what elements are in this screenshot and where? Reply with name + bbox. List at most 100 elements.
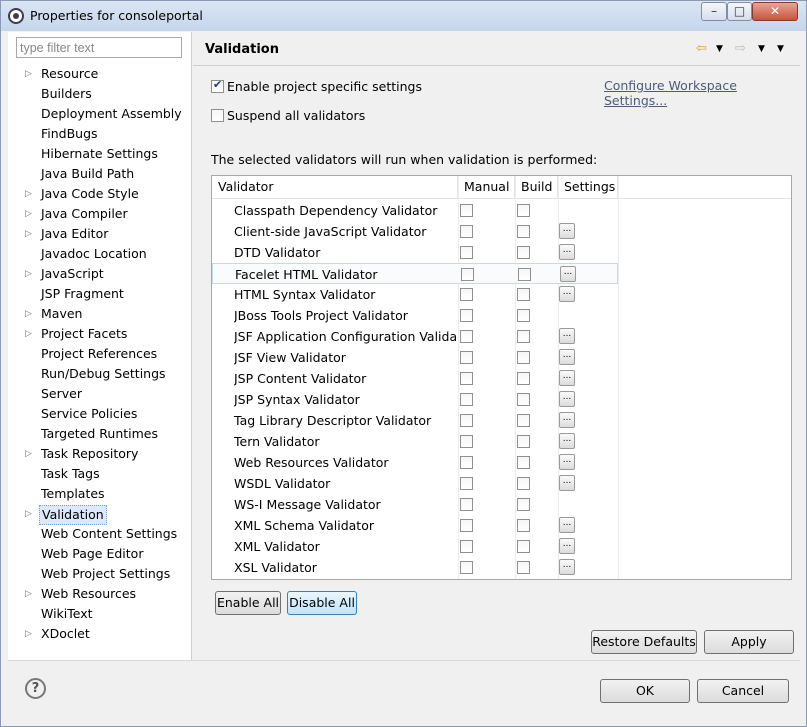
settings-button[interactable]: ... [559,454,575,470]
settings-button[interactable]: ... [559,370,575,386]
suspend-row[interactable]: Suspend all validators [211,108,365,123]
tree-item[interactable]: Templates [8,484,192,504]
build-checkbox[interactable] [517,498,530,511]
tree-item[interactable]: JSP Fragment [8,284,192,304]
tree-item[interactable]: ▷ Java Code Style [8,184,192,204]
tree-item[interactable]: Web Content Settings [8,524,192,544]
tree-item[interactable]: ▷ Java Editor [8,224,192,244]
header-validator[interactable]: Validator [212,176,458,199]
manual-checkbox[interactable] [460,498,473,511]
manual-checkbox[interactable] [460,351,473,364]
tree-item[interactable]: FindBugs [8,124,192,144]
build-checkbox[interactable] [517,351,530,364]
build-checkbox[interactable] [517,561,530,574]
help-icon[interactable]: ? [25,678,46,699]
table-row[interactable]: JSP Content Validator... [212,368,618,389]
table-row[interactable]: DTD Validator... [212,242,618,263]
expand-arrow-icon[interactable]: ▷ [25,624,35,644]
manual-checkbox[interactable] [460,477,473,490]
build-checkbox[interactable] [517,204,530,217]
settings-button[interactable]: ... [559,349,575,365]
table-row[interactable]: Tag Library Descriptor Validator... [212,410,618,431]
build-checkbox[interactable] [517,519,530,532]
expand-arrow-icon[interactable]: ▷ [25,584,35,604]
build-checkbox[interactable] [517,246,530,259]
settings-button[interactable]: ... [559,475,575,491]
settings-button[interactable]: ... [559,412,575,428]
tree-item[interactable]: Targeted Runtimes [8,424,192,444]
expand-arrow-icon[interactable]: ▷ [25,184,35,204]
manual-checkbox[interactable] [460,435,473,448]
manual-checkbox[interactable] [460,372,473,385]
view-menu-icon[interactable]: ▼ [777,44,784,54]
minimize-button[interactable]: – [701,2,727,21]
settings-button[interactable]: ... [559,517,575,533]
settings-button[interactable]: ... [559,223,575,239]
ok-button[interactable]: OK [600,679,690,703]
tree-item[interactable]: ▷ Project Facets [8,324,192,344]
tree-item[interactable]: Task Tags [8,464,192,484]
table-row[interactable]: HTML Syntax Validator... [212,284,618,305]
table-row[interactable]: JBoss Tools Project Validator [212,305,618,326]
build-checkbox[interactable] [518,268,531,281]
header-build[interactable]: Build [515,176,558,199]
close-button[interactable]: ✕ [752,2,798,21]
tree-item[interactable]: ▷ Task Repository [8,444,192,464]
expand-arrow-icon[interactable]: ▷ [25,504,35,524]
settings-button[interactable]: ... [559,433,575,449]
manual-checkbox[interactable] [460,561,473,574]
table-row[interactable]: WSDL Validator... [212,473,618,494]
tree-item[interactable]: Project References [8,344,192,364]
table-row[interactable]: Facelet HTML Validator... [212,263,618,284]
settings-button[interactable]: ... [559,538,575,554]
configure-workspace-link[interactable]: Configure Workspace Settings... [604,78,800,108]
build-checkbox[interactable] [517,288,530,301]
manual-checkbox[interactable] [460,309,473,322]
header-settings[interactable]: Settings [558,176,618,199]
tree-item[interactable]: ▷ Validation [8,504,192,525]
title-bar[interactable]: Properties for consoleportal – □ ✕ [1,1,806,31]
enable-all-button[interactable]: Enable All [215,591,281,615]
manual-checkbox[interactable] [460,540,473,553]
table-row[interactable]: Tern Validator... [212,431,618,452]
manual-checkbox[interactable] [460,225,473,238]
restore-defaults-button[interactable]: Restore Defaults [591,630,697,654]
tree-item[interactable]: WikiText [8,604,192,624]
table-row[interactable]: JSP Syntax Validator... [212,389,618,410]
build-checkbox[interactable] [517,309,530,322]
table-row[interactable]: Client-side JavaScript Validator... [212,221,618,242]
manual-checkbox[interactable] [460,204,473,217]
build-checkbox[interactable] [517,540,530,553]
tree-item[interactable]: Server [8,384,192,404]
build-checkbox[interactable] [517,225,530,238]
enable-project-checkbox[interactable] [211,78,224,93]
settings-button[interactable]: ... [559,286,575,302]
manual-checkbox[interactable] [460,330,473,343]
tree-item[interactable]: Run/Debug Settings [8,364,192,384]
table-row[interactable]: XML Schema Validator... [212,515,618,536]
expand-arrow-icon[interactable]: ▷ [25,324,35,344]
settings-button[interactable]: ... [560,266,576,282]
manual-checkbox[interactable] [460,288,473,301]
enable-project-row[interactable]: Enable project specific settings [211,78,422,94]
tree-item[interactable]: ▷ Resource [8,64,192,84]
manual-checkbox[interactable] [461,268,474,281]
build-checkbox[interactable] [517,477,530,490]
manual-checkbox[interactable] [460,414,473,427]
manual-checkbox[interactable] [460,393,473,406]
table-row[interactable]: XML Validator... [212,536,618,557]
expand-arrow-icon[interactable]: ▷ [25,224,35,244]
tree-item[interactable]: ▷ Maven [8,304,192,324]
tree-item[interactable]: Deployment Assembly [8,104,192,124]
expand-arrow-icon[interactable]: ▷ [25,304,35,324]
manual-checkbox[interactable] [460,246,473,259]
tree-item[interactable]: Service Policies [8,404,192,424]
forward-menu-chevron-icon[interactable]: ▼ [758,44,765,54]
expand-arrow-icon[interactable]: ▷ [25,264,35,284]
build-checkbox[interactable] [517,372,530,385]
tree-item[interactable]: ▷ Web Resources [8,584,192,604]
suspend-checkbox[interactable] [211,109,224,122]
build-checkbox[interactable] [517,414,530,427]
table-row[interactable]: JSF Application Configuration Valida....… [212,326,618,347]
settings-button[interactable]: ... [559,328,575,344]
